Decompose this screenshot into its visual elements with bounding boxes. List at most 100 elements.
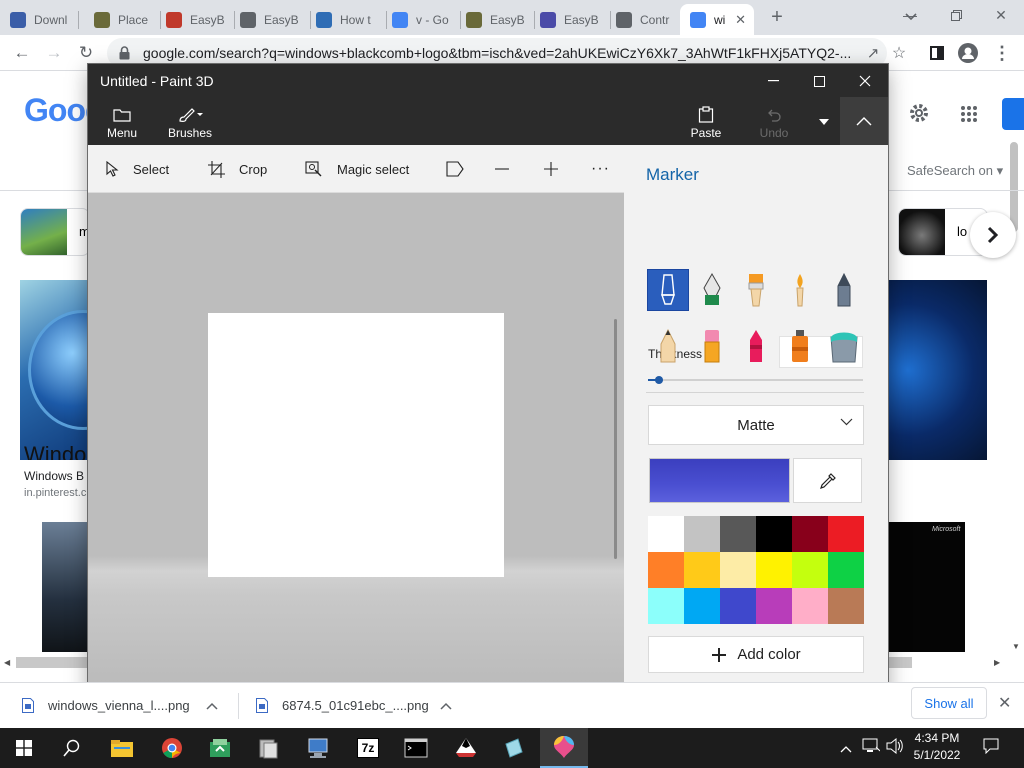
minimize-button[interactable] bbox=[750, 64, 796, 98]
palette-swatch[interactable] bbox=[756, 588, 792, 624]
palette-swatch[interactable] bbox=[828, 552, 864, 588]
browser-tab[interactable]: EasyB bbox=[530, 4, 606, 35]
palette-swatch[interactable] bbox=[792, 552, 828, 588]
menu-button[interactable]: Menu bbox=[98, 98, 146, 145]
browser-tab[interactable]: v - Go bbox=[382, 4, 456, 35]
browser-tab[interactable]: EasyBo bbox=[156, 4, 230, 35]
palette-swatch[interactable] bbox=[648, 552, 684, 588]
taskbar-app-computer[interactable] bbox=[294, 728, 342, 768]
chevron-up-icon[interactable] bbox=[440, 702, 452, 710]
taskbar-app-chrome[interactable] bbox=[148, 728, 196, 768]
chips-next-button[interactable] bbox=[970, 212, 1016, 258]
collapse-ribbon-button[interactable] bbox=[840, 97, 888, 145]
taskbar-app-file-explorer[interactable] bbox=[98, 728, 146, 768]
palette-swatch[interactable] bbox=[756, 552, 792, 588]
download-item[interactable]: 6874.5_01c91ebc_....png bbox=[256, 683, 466, 728]
pixel-pen-icon[interactable] bbox=[824, 270, 864, 310]
profile-avatar[interactable] bbox=[956, 41, 980, 65]
reload-button[interactable]: ↻ bbox=[74, 41, 98, 65]
current-color-swatch[interactable] bbox=[649, 458, 790, 503]
taskbar-app-terminal[interactable] bbox=[392, 728, 440, 768]
forward-button[interactable]: → bbox=[42, 41, 66, 65]
browser-tab[interactable]: How t bbox=[306, 4, 382, 35]
browser-tab[interactable]: EasyB bbox=[230, 4, 306, 35]
palette-swatch[interactable] bbox=[792, 588, 828, 624]
share-icon[interactable]: ↗ bbox=[861, 41, 885, 65]
start-button[interactable] bbox=[0, 728, 48, 768]
taskbar-app-7zip[interactable]: 7z bbox=[344, 728, 392, 768]
browser-close-button[interactable]: ✕ bbox=[978, 0, 1024, 30]
select-tool[interactable]: Select bbox=[105, 145, 169, 193]
eraser-icon[interactable] bbox=[692, 326, 732, 366]
chevron-up-icon[interactable] bbox=[206, 702, 218, 710]
close-button[interactable] bbox=[842, 64, 888, 98]
zoom-out-button[interactable] bbox=[494, 145, 524, 193]
crop-tool[interactable]: Crop bbox=[208, 145, 267, 193]
browser-minimize-button[interactable]: — bbox=[887, 0, 933, 30]
page-scrollbar-thumb[interactable] bbox=[1010, 142, 1018, 232]
paste-button[interactable]: Paste bbox=[684, 98, 728, 145]
result-title[interactable]: Windows B bbox=[24, 469, 84, 483]
palette-swatch[interactable] bbox=[792, 516, 828, 552]
palette-swatch[interactable] bbox=[720, 516, 756, 552]
browser-menu-icon[interactable]: ⋮ bbox=[990, 41, 1014, 65]
page-vscroll-down[interactable]: ▼ bbox=[1012, 642, 1020, 651]
more-options-button[interactable]: ··· bbox=[591, 145, 610, 193]
browser-tab[interactable]: EasyB bbox=[456, 4, 530, 35]
taskbar-app-inkscape[interactable] bbox=[442, 728, 490, 768]
pencil-icon[interactable] bbox=[648, 326, 688, 366]
maximize-button[interactable] bbox=[796, 64, 842, 98]
canvas-vertical-scrollbar[interactable] bbox=[614, 319, 617, 559]
brushes-button[interactable]: Brushes bbox=[166, 98, 214, 145]
zoom-in-button[interactable] bbox=[543, 145, 573, 193]
taskbar-app-generic[interactable] bbox=[196, 728, 244, 768]
image-result-thumbnail[interactable] bbox=[888, 280, 987, 460]
palette-swatch[interactable] bbox=[648, 588, 684, 624]
browser-tab[interactable]: Contr bbox=[606, 4, 680, 35]
new-tab-button[interactable]: + bbox=[766, 6, 788, 28]
sticker-tool[interactable] bbox=[446, 145, 478, 193]
palette-swatch[interactable] bbox=[684, 516, 720, 552]
show-all-button[interactable]: Show all bbox=[911, 687, 987, 719]
page-hscroll-right[interactable]: ▶ bbox=[994, 658, 1000, 667]
taskbar-app-paint3d[interactable] bbox=[540, 728, 588, 768]
close-tab-button[interactable]: ✕ bbox=[735, 12, 746, 28]
apps-grid-icon[interactable] bbox=[960, 105, 978, 128]
browser-tab[interactable]: Place bbox=[84, 4, 156, 35]
fill-bucket-icon[interactable] bbox=[824, 326, 864, 366]
show-hidden-icons-button[interactable] bbox=[840, 740, 852, 758]
network-icon[interactable] bbox=[862, 738, 881, 759]
palette-swatch[interactable] bbox=[828, 588, 864, 624]
palette-swatch[interactable] bbox=[756, 516, 792, 552]
notification-center-button[interactable] bbox=[983, 738, 999, 759]
palette-swatch[interactable] bbox=[720, 588, 756, 624]
palette-swatch[interactable] bbox=[648, 516, 684, 552]
taskbar-app-device-manager[interactable] bbox=[244, 728, 292, 768]
add-color-button[interactable]: Add color bbox=[648, 636, 864, 673]
browser-tab[interactable]: wi ✕ bbox=[680, 4, 754, 35]
drawing-canvas[interactable] bbox=[208, 313, 504, 577]
calligraphy-pen-icon[interactable] bbox=[692, 270, 732, 310]
marker-brush-icon[interactable] bbox=[647, 269, 689, 311]
crayon-icon[interactable] bbox=[736, 326, 776, 366]
finish-dropdown[interactable]: Matte bbox=[648, 405, 864, 445]
taskbar-app-snip[interactable] bbox=[490, 728, 538, 768]
sign-in-button-edge[interactable] bbox=[1002, 98, 1024, 130]
settings-icon[interactable] bbox=[908, 102, 930, 129]
result-source[interactable]: in.pinterest.c bbox=[24, 487, 86, 499]
thickness-slider-thumb[interactable] bbox=[654, 376, 663, 384]
image-result-thumbnail[interactable]: Windo bbox=[20, 280, 90, 460]
magic-select-tool[interactable]: Magic select bbox=[305, 145, 409, 193]
download-item[interactable]: windows_vienna_l....png bbox=[22, 683, 232, 728]
back-button[interactable]: ← bbox=[10, 41, 34, 65]
history-dropdown-button[interactable] bbox=[812, 98, 836, 145]
image-result-thumbnail[interactable]: Microsoft bbox=[888, 522, 965, 652]
page-hscroll-left[interactable]: ◀ bbox=[4, 658, 10, 667]
browser-restore-button[interactable] bbox=[933, 0, 979, 30]
palette-swatch[interactable] bbox=[684, 588, 720, 624]
oil-brush-icon[interactable] bbox=[736, 270, 776, 310]
spray-can-icon[interactable] bbox=[780, 326, 820, 366]
palette-swatch[interactable] bbox=[684, 552, 720, 588]
canvas-workspace[interactable] bbox=[88, 193, 624, 697]
related-chip[interactable]: m bbox=[20, 208, 90, 256]
